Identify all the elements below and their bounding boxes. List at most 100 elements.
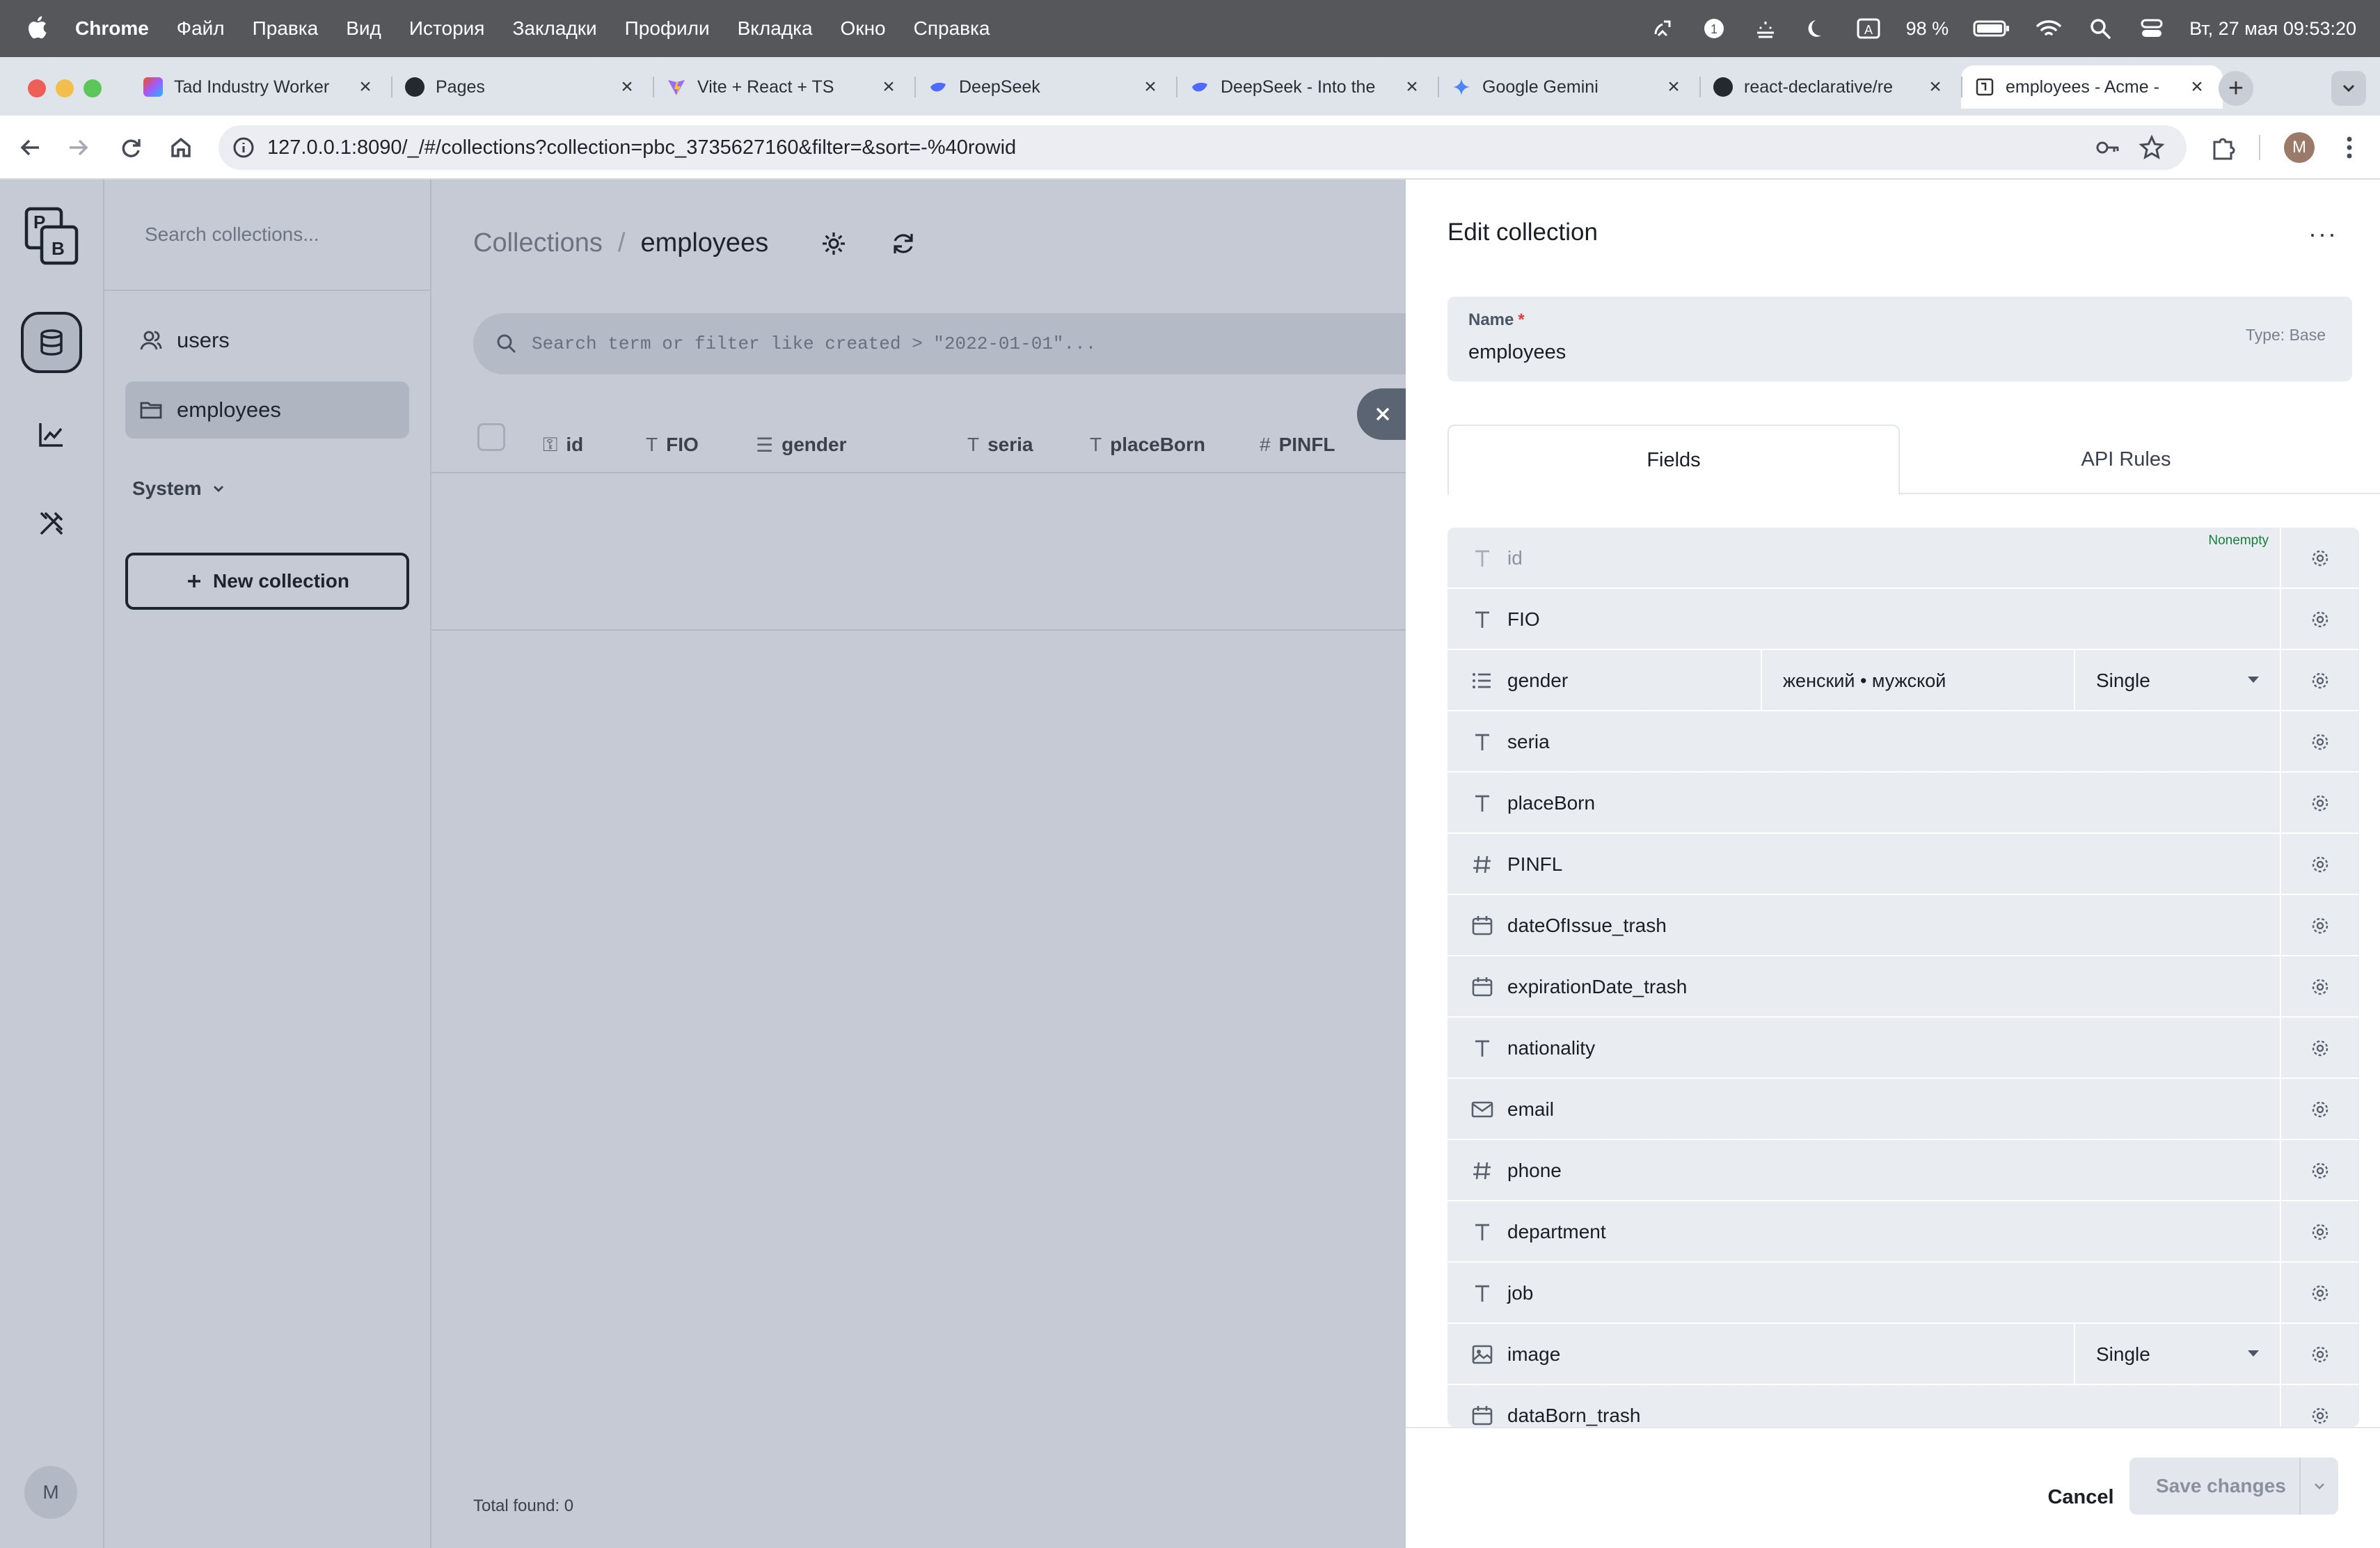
column-header-gender[interactable]: ☰ gender	[756, 416, 846, 473]
wifi-icon[interactable]	[2035, 15, 2063, 42]
select-options-value[interactable]: женский • мужской	[1761, 650, 2074, 711]
menu-window[interactable]: Окно	[841, 17, 886, 40]
name-field[interactable]: Name * employees Type: Base	[1447, 297, 2352, 381]
field-row-placeborn[interactable]: placeBorn	[1447, 773, 2359, 834]
key-icon[interactable]	[2095, 135, 2121, 160]
column-header-pinfl[interactable]: # PINFL	[1260, 416, 1335, 473]
tab-close-icon[interactable]: ×	[354, 75, 377, 99]
new-collection-button[interactable]: New collection	[125, 553, 409, 610]
column-header-placeborn[interactable]: TplaceBorn	[1090, 416, 1205, 473]
tab-close-icon[interactable]: ×	[1923, 75, 1947, 99]
menu-history[interactable]: История	[409, 17, 485, 40]
tab-close-icon[interactable]: ×	[1139, 75, 1162, 99]
kebab-menu-icon[interactable]	[2335, 132, 2363, 163]
back-arrow-icon[interactable]	[14, 131, 47, 164]
site-info-icon[interactable]	[231, 135, 256, 160]
menu-bookmarks[interactable]: Закладки	[512, 17, 596, 40]
tray-app-icon[interactable]	[1649, 15, 1676, 42]
browser-tab[interactable]: DeepSeek - Into the ×	[1176, 65, 1438, 109]
tab-close-icon[interactable]: ×	[877, 75, 901, 99]
field-row-job[interactable]: job	[1447, 1263, 2359, 1324]
column-header-id[interactable]: ⚿ id	[543, 416, 583, 473]
battery-icon[interactable]	[1972, 15, 2011, 42]
field-settings-button[interactable]	[2280, 1263, 2359, 1324]
browser-tab[interactable]: Google Gemini ×	[1438, 65, 1699, 109]
collection-item-employees[interactable]: employees	[125, 381, 409, 439]
browser-tab[interactable]: Vite + React + TS ×	[653, 65, 914, 109]
field-settings-button[interactable]	[2280, 895, 2359, 956]
menu-tab[interactable]: Вкладка	[738, 17, 813, 40]
field-row-image[interactable]: image Single	[1447, 1324, 2359, 1385]
field-settings-button[interactable]	[2280, 1079, 2359, 1140]
window-minimize-button[interactable]	[56, 79, 74, 97]
control-center-icon[interactable]	[2138, 15, 2166, 42]
system-collections-toggle[interactable]: System	[132, 477, 225, 500]
tab-fields[interactable]: Fields	[1447, 425, 1900, 496]
tab-api-rules[interactable]: API Rules	[1900, 425, 2352, 494]
moon-icon[interactable]	[1803, 15, 1831, 42]
field-settings-button[interactable]	[2280, 1201, 2359, 1263]
tray-weather-icon[interactable]	[1752, 15, 1779, 42]
address-bar[interactable]: 127.0.0.1:8090/_/#/collections?collectio…	[219, 125, 2187, 170]
tab-close-icon[interactable]: ×	[1400, 75, 1424, 99]
field-settings-button[interactable]	[2280, 1140, 2359, 1201]
browser-tab[interactable]: DeepSeek ×	[914, 65, 1176, 109]
new-tab-button[interactable]: +	[2219, 71, 2253, 106]
collection-item-users[interactable]: users	[125, 312, 409, 369]
column-header-fio[interactable]: T FIO	[646, 416, 699, 473]
records-filter-input[interactable]	[532, 326, 1367, 362]
field-settings-button[interactable]	[2280, 589, 2359, 650]
breadcrumb-root[interactable]: Collections	[473, 228, 603, 258]
menu-edit[interactable]: Правка	[253, 17, 319, 40]
field-settings-button[interactable]	[2280, 711, 2359, 773]
field-settings-button[interactable]	[2280, 528, 2359, 589]
field-settings-button[interactable]	[2280, 834, 2359, 895]
tab-close-icon[interactable]: ×	[2185, 75, 2209, 99]
user-avatar[interactable]: M	[24, 1466, 77, 1519]
field-row-id[interactable]: id Nonempty	[1447, 528, 2359, 589]
menu-file[interactable]: Файл	[177, 17, 225, 40]
input-source-icon[interactable]: A	[1855, 15, 1882, 42]
single-multiple-select[interactable]: Single	[2074, 650, 2280, 711]
home-icon[interactable]	[164, 131, 198, 164]
field-settings-button[interactable]	[2280, 1018, 2359, 1079]
field-settings-button[interactable]	[2280, 956, 2359, 1018]
field-row-department[interactable]: department	[1447, 1201, 2359, 1263]
field-settings-button[interactable]	[2280, 773, 2359, 834]
browser-tab[interactable]: react-declarative/re ×	[1699, 65, 1961, 109]
field-row-fio[interactable]: FIO	[1447, 589, 2359, 650]
field-row-gender[interactable]: gender женский • мужской Single	[1447, 650, 2359, 711]
save-changes-button[interactable]: Save changes	[2129, 1458, 2338, 1515]
field-settings-button[interactable]	[2280, 1324, 2359, 1385]
field-settings-button[interactable]	[2280, 1385, 2359, 1427]
gear-icon[interactable]	[818, 228, 849, 259]
url-text[interactable]: 127.0.0.1:8090/_/#/collections?collectio…	[267, 125, 1016, 170]
menubar-clock[interactable]: Вт, 27 мая 09:53:20	[2189, 18, 2356, 40]
star-bookmark-icon[interactable]	[2138, 134, 2166, 161]
profile-avatar[interactable]: M	[2284, 132, 2315, 163]
browser-tab[interactable]: Pages ×	[391, 65, 653, 109]
field-row-nationality[interactable]: nationality	[1447, 1018, 2359, 1079]
menu-profiles[interactable]: Профили	[625, 17, 710, 40]
tab-close-icon[interactable]: ×	[1662, 75, 1685, 99]
pocketbase-logo-icon[interactable]: P B	[24, 206, 79, 266]
field-row-phone[interactable]: phone	[1447, 1140, 2359, 1201]
collections-search-input[interactable]	[145, 217, 409, 252]
close-panel-button[interactable]	[1357, 388, 1409, 440]
apple-icon[interactable]	[26, 14, 47, 40]
field-row-pinfl[interactable]: PINFL	[1447, 834, 2359, 895]
menu-help[interactable]: Справка	[914, 17, 990, 40]
column-header-seria[interactable]: Tseria	[967, 416, 1033, 473]
name-value[interactable]: employees	[1468, 341, 1566, 364]
field-row-email[interactable]: email	[1447, 1079, 2359, 1140]
browser-tab[interactable]: Tad Industry Worker ×	[129, 65, 391, 109]
single-multiple-select[interactable]: Single	[2074, 1324, 2280, 1385]
field-row-dateofissue-trash[interactable]: dateOfIssue_trash	[1447, 895, 2359, 956]
browser-tab-active[interactable]: employees - Acme - ×	[1961, 65, 2223, 109]
window-close-button[interactable]	[28, 79, 46, 97]
extensions-puzzle-icon[interactable]	[2207, 132, 2238, 163]
save-options-dropdown[interactable]	[2299, 1458, 2338, 1515]
tab-close-icon[interactable]: ×	[615, 75, 639, 99]
spotlight-search-icon[interactable]	[2086, 15, 2114, 42]
window-zoom-button[interactable]	[84, 79, 102, 97]
